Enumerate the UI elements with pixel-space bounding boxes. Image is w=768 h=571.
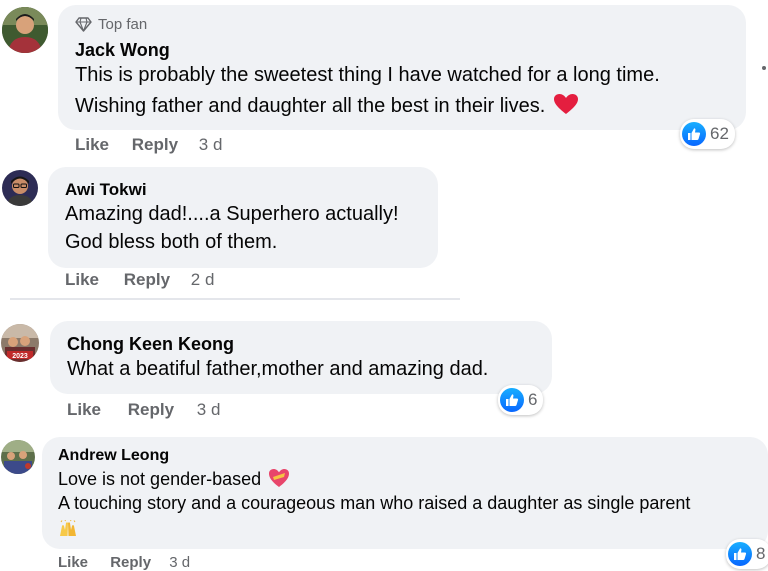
comment-actions: Like Reply 3 d	[58, 554, 190, 571]
like-link[interactable]: Like	[65, 270, 99, 290]
reply-link[interactable]: Reply	[132, 135, 178, 155]
comment-text-line: A touching story and a courageous man wh…	[58, 493, 691, 513]
like-link[interactable]: Like	[75, 135, 109, 155]
comment-text-line: Love is not gender-based	[58, 468, 290, 493]
comment-text-line: What a beatiful father,mother and amazin…	[67, 358, 489, 380]
reply-link[interactable]: Reply	[110, 554, 151, 571]
reply-link[interactable]: Reply	[128, 400, 174, 420]
avatar[interactable]: 2023	[1, 324, 39, 362]
comment-text: Wishing father and daughter all the best…	[75, 95, 546, 117]
comment-timestamp[interactable]: 3 d	[197, 400, 221, 420]
top-fan-badge[interactable]: Top fan	[75, 14, 147, 34]
thumbs-up-icon	[500, 388, 524, 412]
comment-author[interactable]: Jack Wong	[75, 40, 170, 61]
reaction-count[interactable]: 6	[498, 385, 544, 415]
reaction-count[interactable]: 62	[680, 119, 735, 149]
comment-actions: Like Reply 3 d	[75, 135, 222, 155]
reply-link[interactable]: Reply	[124, 270, 170, 290]
comment-timestamp[interactable]: 3 d	[199, 135, 223, 155]
comment-text-line: Amazing dad!....a Superhero actually!	[65, 203, 399, 225]
divider	[10, 298, 460, 300]
comment-timestamp[interactable]: 3 d	[169, 554, 190, 571]
more-options-icon[interactable]	[762, 66, 766, 70]
reaction-number: 62	[710, 124, 729, 143]
comment-actions: Like Reply 2 d	[65, 270, 214, 290]
avatar[interactable]	[2, 7, 48, 53]
comment-timestamp[interactable]: 2 d	[191, 270, 215, 290]
badge-label: Top fan	[98, 15, 148, 33]
heart-ribbon-emoji	[268, 468, 290, 493]
reaction-number: 8	[756, 544, 766, 563]
comment-text: Love is not gender-based	[58, 469, 262, 489]
comment-author[interactable]: Andrew Leong	[58, 447, 169, 465]
reaction-number: 6	[528, 390, 538, 409]
comment-text-line: Wishing father and daughter all the best…	[75, 93, 579, 121]
diamond-icon	[75, 16, 92, 32]
comment-author[interactable]: Chong Keen Keong	[67, 334, 234, 355]
avatar[interactable]	[1, 440, 35, 474]
comment-actions: Like Reply 3 d	[67, 400, 220, 420]
raising-hands-emoji	[58, 519, 78, 543]
red-heart-emoji	[553, 93, 579, 121]
avatar[interactable]	[2, 170, 38, 206]
avatar-caption: 2023	[12, 353, 28, 360]
comment-author[interactable]: Awi Tokwi	[65, 180, 147, 200]
like-link[interactable]: Like	[67, 400, 101, 420]
thumbs-up-icon	[728, 542, 752, 566]
comment-text-line: God bless both of them.	[65, 231, 278, 253]
thumbs-up-icon	[682, 122, 706, 146]
like-link[interactable]: Like	[58, 554, 88, 571]
comment-text-line: This is probably the sweetest thing I ha…	[75, 64, 660, 86]
reaction-count[interactable]: 8	[726, 539, 768, 569]
